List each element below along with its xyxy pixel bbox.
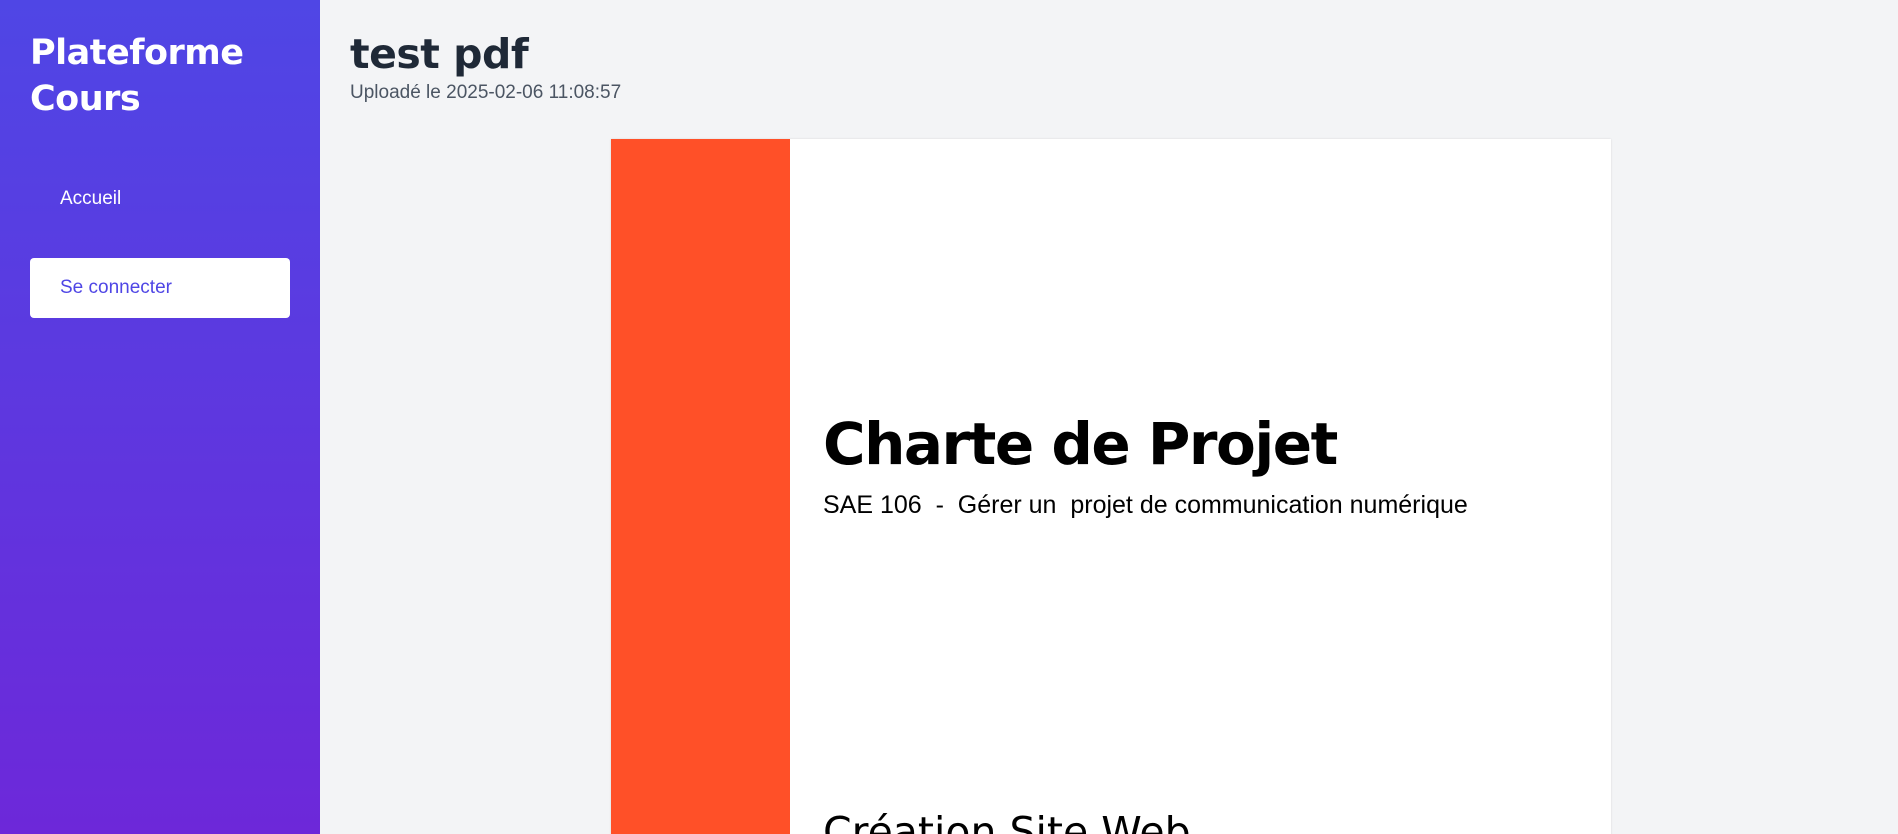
- app-root: Plateforme Cours Accueil Se connecter te…: [0, 0, 1898, 834]
- nav-home-link[interactable]: Accueil: [30, 169, 290, 229]
- pdf-subtitle: SAE 106 - Gérer un projet de communicati…: [823, 491, 1468, 519]
- brand-line-1: Plateforme: [30, 33, 244, 73]
- brand-title: Plateforme Cours: [30, 30, 300, 122]
- login-button-label: Se connecter: [60, 277, 172, 298]
- pdf-heading: Charte de Projet: [823, 410, 1338, 478]
- brand-line-2: Cours: [30, 79, 141, 119]
- nav-home-label: Accueil: [60, 188, 122, 209]
- main-content: test pdf Uploadé le 2025-02-06 11:08:57 …: [320, 0, 1898, 834]
- pdf-viewer-page[interactable]: Charte de Projet SAE 106 - Gérer un proj…: [611, 139, 1611, 834]
- pdf-accent-band: [611, 139, 790, 834]
- sidebar: Plateforme Cours Accueil Se connecter: [0, 0, 320, 834]
- pdf-section-title: Création Site Web: [823, 808, 1191, 834]
- document-title: test pdf: [350, 30, 529, 78]
- login-button[interactable]: Se connecter: [30, 258, 290, 318]
- upload-date: Uploadé le 2025-02-06 11:08:57: [350, 82, 622, 103]
